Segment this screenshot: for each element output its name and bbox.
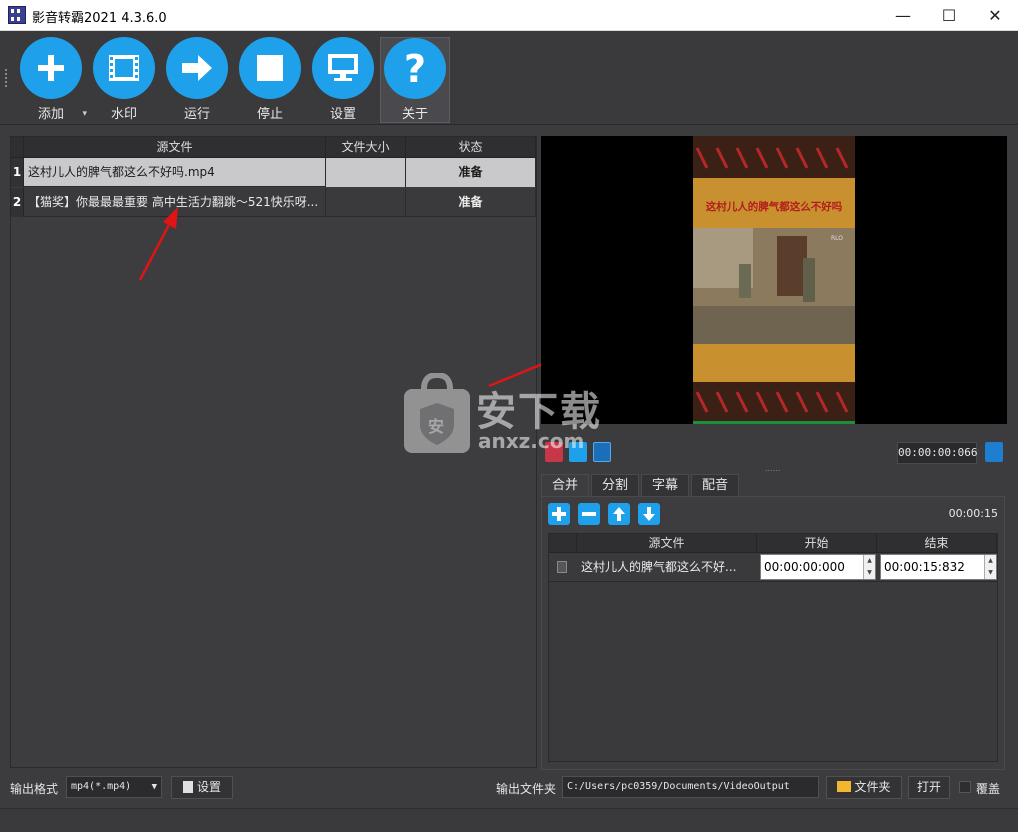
output-folder-label: 输出文件夹 [496, 782, 557, 796]
current-time-display: 00:00:00:066 [897, 442, 977, 464]
video-caption: 这村儿人的脾气都这么不好吗 [705, 201, 843, 213]
format-settings-button[interactable]: 设置 [171, 776, 233, 799]
remove-clip-button[interactable] [578, 503, 600, 525]
start-time-value: 00:00:00:000 [764, 560, 845, 574]
file-size-cell [326, 188, 406, 217]
tab-subtitle[interactable]: 字幕 [641, 474, 690, 496]
choose-folder-label: 文件夹 [854, 780, 891, 794]
file-icon [557, 561, 567, 573]
open-folder-button[interactable]: 打开 [908, 776, 950, 799]
tab-merge[interactable]: 合并 [541, 474, 590, 496]
folder-icon [837, 781, 852, 792]
add-clip-button[interactable] [548, 503, 570, 525]
minus-icon [582, 512, 596, 516]
arrow-up-icon [613, 507, 625, 521]
add-button[interactable]: 添加 ▾ [17, 37, 87, 123]
merge-column-source[interactable]: 源文件 [577, 534, 757, 553]
status-bar [0, 808, 1018, 832]
merge-clip-name: 这村儿人的脾气都这么不好... [581, 560, 737, 574]
table-row[interactable]: 2 【猫奖】你最最最重要 高中生活力翻跳～521快乐呀... 准备 [11, 188, 536, 217]
move-up-button[interactable] [608, 503, 630, 525]
document-icon [182, 781, 193, 793]
window-title: 影音转霸2021 4.3.6.0 [32, 11, 167, 26]
plus-icon [552, 507, 566, 521]
stop-button[interactable]: 停止 [236, 37, 304, 123]
close-button[interactable]: ✕ [972, 0, 1018, 30]
add-dropdown-icon[interactable]: ▾ [82, 109, 87, 119]
move-down-button[interactable] [638, 503, 660, 525]
question-glyph: ? [403, 46, 427, 91]
site-watermark: 安 安下载 anxz.com [400, 373, 620, 457]
merge-tab-panel: 00:00:15 源文件 开始 结束 这村儿人的脾气都这么不好... 00:00… [541, 496, 1005, 770]
watermark-badge: 安 [428, 417, 445, 436]
format-settings-label: 设置 [196, 780, 221, 794]
status-cell: 准备 [406, 158, 536, 187]
column-file-size[interactable]: 文件大小 [326, 137, 406, 158]
overwrite-checkbox[interactable] [959, 781, 971, 793]
spin-arrows-icon[interactable]: ▲ ▼ [984, 555, 996, 579]
column-source-file[interactable]: 源文件 [24, 137, 326, 158]
choose-folder-button[interactable]: 文件夹 [826, 776, 902, 799]
file-list-header: 源文件 文件大小 状态 [11, 137, 536, 158]
clock-icon[interactable] [985, 442, 1003, 462]
row-number: 2 [11, 188, 24, 217]
stop-label: 停止 [256, 107, 283, 122]
plus-icon [20, 37, 82, 99]
header-corner [11, 137, 24, 158]
toolbar: 添加 ▾ 水印 运行 停止 设置 ? 关于 [0, 31, 1018, 125]
arrow-right-icon [166, 37, 228, 99]
arrow-down-icon [643, 507, 655, 521]
about-button[interactable]: ? 关于 [380, 37, 450, 123]
video-frame: 这村儿人的脾气都这么不好吗 RLO [693, 136, 855, 424]
settings-label: 设置 [329, 107, 356, 122]
file-name-cell: 这村儿人的脾气都这么不好吗.mp4 [26, 158, 326, 187]
merge-column-end[interactable]: 结束 [877, 534, 997, 553]
about-label: 关于 [401, 107, 428, 122]
minimize-button[interactable]: — [880, 0, 926, 30]
title-bar: 影音转霸2021 4.3.6.0 — ☐ ✕ [0, 0, 1018, 31]
app-logo-icon [8, 6, 26, 24]
video-progress-bar [693, 421, 855, 424]
overwrite-label: 覆盖 [976, 782, 1001, 796]
output-format-select[interactable]: mp4(*.mp4) ▼ [66, 776, 162, 798]
bottom-bar: 输出格式 mp4(*.mp4) ▼ 设置 输出文件夹 C:/Users/pc03… [0, 772, 1018, 832]
question-icon: ? [384, 38, 446, 99]
row-number: 1 [11, 158, 24, 187]
monitor-icon [312, 37, 374, 99]
table-row[interactable]: 1 这村儿人的脾气都这么不好吗.mp4 准备 [11, 158, 536, 187]
add-label: 添加 [37, 107, 64, 122]
end-time-value: 00:00:15:832 [884, 560, 965, 574]
merge-header-corner [549, 534, 577, 553]
tab-dubbing[interactable]: 配音 [691, 474, 740, 496]
merge-total-time: 00:00:15 [948, 507, 998, 520]
watermark-url: anxz.com [478, 429, 585, 453]
annotation-arrow-icon [138, 207, 178, 281]
column-status[interactable]: 状态 [406, 137, 536, 158]
run-label: 运行 [183, 107, 210, 122]
spin-arrows-icon[interactable]: ▲ ▼ [863, 555, 875, 579]
settings-button[interactable]: 设置 [309, 37, 377, 123]
merge-column-start[interactable]: 开始 [757, 534, 877, 553]
edit-tabs: 合并 分割 字幕 配音 00:00:15 源文件 开始 结束 这村儿人的脾气都这… [541, 474, 1007, 770]
status-cell: 准备 [406, 188, 536, 217]
film-icon [93, 37, 155, 99]
watermark-label: 水印 [110, 107, 137, 122]
end-time-spinbox[interactable]: 00:00:15:832 ▲ ▼ [880, 554, 997, 580]
stop-icon [239, 37, 301, 99]
chevron-down-icon: ▼ [151, 782, 157, 792]
file-size-cell [326, 158, 406, 187]
tab-bar: 合并 分割 字幕 配音 [541, 474, 741, 496]
merge-clip-list: 源文件 开始 结束 这村儿人的脾气都这么不好... 00:00:00:000 ▲… [548, 533, 998, 762]
tab-split[interactable]: 分割 [591, 474, 640, 496]
watermark-button[interactable]: 水印 [90, 37, 158, 123]
toolbar-grip[interactable] [5, 69, 9, 87]
maximize-button[interactable]: ☐ [926, 0, 972, 30]
splitter-handle[interactable]: ...... [765, 464, 780, 473]
video-corner-mark: RLO [831, 235, 844, 242]
output-folder-path[interactable]: C:/Users/pc0359/Documents/VideoOutput [562, 776, 819, 798]
output-format-value: mp4(*.mp4) [71, 781, 132, 792]
run-button[interactable]: 运行 [163, 37, 231, 123]
start-time-spinbox[interactable]: 00:00:00:000 ▲ ▼ [760, 554, 876, 580]
output-format-label: 输出格式 [10, 782, 59, 796]
